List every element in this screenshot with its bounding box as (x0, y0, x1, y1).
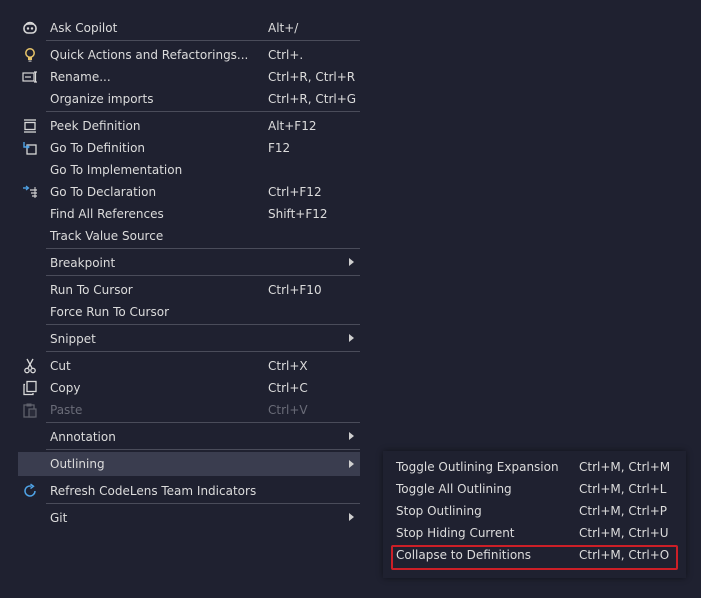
submenu-item-stop-outlining[interactable]: Stop Outlining Ctrl+M, Ctrl+P (390, 500, 680, 522)
menu-item-label: Rename... (50, 70, 111, 84)
menu-item-shortcut: Ctrl+F12 (268, 185, 322, 199)
menu-separator (46, 449, 360, 450)
menu-item-label: Annotation (50, 430, 116, 444)
submenu-item-toggle-all-outlining[interactable]: Toggle All Outlining Ctrl+M, Ctrl+L (390, 478, 680, 500)
menu-item-shortcut: Ctrl+X (268, 359, 308, 373)
submenu-item-stop-hiding-current[interactable]: Stop Hiding Current Ctrl+M, Ctrl+U (390, 522, 680, 544)
menu-item-shortcut: Ctrl+R, Ctrl+R (268, 70, 356, 84)
menu-item-shortcut: Ctrl+M, Ctrl+P (579, 504, 668, 518)
peek-definition-icon (22, 118, 38, 134)
outlining-submenu: Toggle Outlining Expansion Ctrl+M, Ctrl+… (383, 451, 686, 578)
menu-item-outlining[interactable]: Outlining (18, 452, 360, 476)
menu-item-label: Paste (50, 403, 83, 417)
copilot-icon (22, 20, 38, 36)
menu-separator (46, 275, 360, 276)
menu-item-git[interactable]: Git (18, 507, 360, 529)
menu-item-label: Run To Cursor (50, 283, 133, 297)
menu-item-label: Go To Implementation (50, 163, 183, 177)
menu-item-label: Outlining (50, 457, 105, 471)
menu-item-shortcut: Ctrl+C (268, 381, 308, 395)
menu-item-shortcut: Shift+F12 (268, 207, 328, 221)
menu-item-label: Refresh CodeLens Team Indicators (50, 484, 257, 498)
menu-item-label: Toggle All Outlining (396, 482, 512, 496)
menu-item-organize-imports[interactable]: Organize imports Ctrl+R, Ctrl+G (18, 88, 360, 110)
submenu-item-collapse-to-definitions[interactable]: Collapse to Definitions Ctrl+M, Ctrl+O (390, 544, 680, 566)
menu-item-label: Stop Outlining (396, 504, 482, 518)
menu-item-shortcut: Ctrl+V (268, 403, 308, 417)
menu-item-cut[interactable]: Cut Ctrl+X (18, 355, 360, 377)
copy-icon (22, 380, 38, 396)
menu-item-label: Ask Copilot (50, 21, 118, 35)
menu-item-label: Copy (50, 381, 81, 395)
menu-item-label: Breakpoint (50, 256, 116, 270)
menu-item-label: Go To Definition (50, 141, 146, 155)
menu-item-label: Organize imports (50, 92, 154, 106)
menu-item-copy[interactable]: Copy Ctrl+C (18, 377, 360, 399)
submenu-arrow-icon (349, 334, 354, 342)
menu-item-shortcut: Ctrl+M, Ctrl+M (579, 460, 671, 474)
menu-item-refresh-codelens[interactable]: Refresh CodeLens Team Indicators (18, 480, 360, 502)
menu-item-label: Git (50, 511, 68, 525)
menu-item-shortcut: Ctrl+R, Ctrl+G (268, 92, 357, 106)
lightbulb-icon (22, 47, 38, 63)
menu-item-label: Peek Definition (50, 119, 141, 133)
menu-item-quick-actions[interactable]: Quick Actions and Refactorings... Ctrl+. (18, 44, 360, 66)
menu-separator (46, 248, 360, 249)
menu-item-shortcut: Alt+/ (268, 21, 299, 35)
menu-separator (46, 111, 360, 112)
menu-item-go-to-definition[interactable]: Go To Definition F12 (18, 137, 360, 159)
go-to-declaration-icon (22, 184, 38, 200)
submenu-arrow-icon (349, 432, 354, 440)
submenu-arrow-icon (349, 258, 354, 266)
menu-item-shortcut: Ctrl+M, Ctrl+U (579, 526, 669, 540)
submenu-arrow-icon (349, 513, 354, 521)
menu-item-label: Stop Hiding Current (396, 526, 515, 540)
menu-item-snippet[interactable]: Snippet (18, 328, 360, 350)
menu-item-peek-definition[interactable]: Peek Definition Alt+F12 (18, 115, 360, 137)
menu-item-rename[interactable]: Rename... Ctrl+R, Ctrl+R (18, 66, 360, 88)
menu-item-label: Force Run To Cursor (50, 305, 169, 319)
menu-separator (46, 503, 360, 504)
menu-item-label: Cut (50, 359, 71, 373)
paste-icon (22, 402, 38, 418)
menu-item-ask-copilot[interactable]: Ask Copilot Alt+/ (18, 17, 360, 39)
menu-item-label: Quick Actions and Refactorings... (50, 48, 249, 62)
refresh-icon (22, 483, 38, 499)
menu-item-shortcut: Alt+F12 (268, 119, 317, 133)
menu-item-paste[interactable]: Paste Ctrl+V (18, 399, 360, 421)
menu-separator (46, 422, 360, 423)
submenu-arrow-icon (349, 460, 354, 468)
menu-separator (46, 324, 360, 325)
menu-item-force-run-to-cursor[interactable]: Force Run To Cursor (18, 301, 360, 323)
menu-item-label: Go To Declaration (50, 185, 157, 199)
editor-context-menu: Ask Copilot Alt+/ Quick Actions and Refa… (0, 0, 368, 598)
menu-item-shortcut: F12 (268, 141, 291, 155)
menu-item-annotation[interactable]: Annotation (18, 426, 360, 448)
submenu-item-toggle-outlining-expansion[interactable]: Toggle Outlining Expansion Ctrl+M, Ctrl+… (390, 456, 680, 478)
menu-item-shortcut: Ctrl+M, Ctrl+L (579, 482, 667, 496)
menu-item-go-to-declaration[interactable]: Go To Declaration Ctrl+F12 (18, 181, 360, 203)
scissors-icon (22, 358, 38, 374)
menu-item-shortcut: Ctrl+. (268, 48, 304, 62)
menu-item-shortcut: Ctrl+F10 (268, 283, 322, 297)
go-to-definition-icon (22, 140, 38, 156)
menu-item-shortcut: Ctrl+M, Ctrl+O (579, 548, 670, 562)
menu-item-label: Toggle Outlining Expansion (396, 460, 559, 474)
menu-item-track-value-source[interactable]: Track Value Source (18, 225, 360, 247)
menu-item-label: Snippet (50, 332, 96, 346)
menu-item-breakpoint[interactable]: Breakpoint (18, 252, 360, 274)
menu-item-go-to-implementation[interactable]: Go To Implementation (18, 159, 360, 181)
menu-item-label: Find All References (50, 207, 164, 221)
menu-separator (46, 351, 360, 352)
menu-item-find-all-references[interactable]: Find All References Shift+F12 (18, 203, 360, 225)
menu-item-label: Collapse to Definitions (396, 548, 532, 562)
menu-item-label: Track Value Source (50, 229, 164, 243)
menu-item-run-to-cursor[interactable]: Run To Cursor Ctrl+F10 (18, 279, 360, 301)
menu-separator (46, 40, 360, 41)
rename-icon (22, 69, 38, 85)
